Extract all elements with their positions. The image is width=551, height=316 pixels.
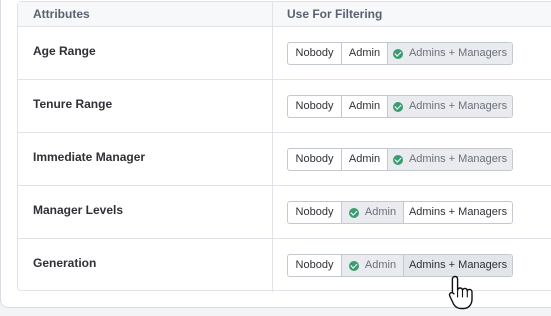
option-admins-managers[interactable]: Admins + Managers (387, 43, 512, 64)
attributes-card: Attributes Use For Filtering Age Range N… (0, 0, 551, 308)
option-nobody[interactable]: Nobody (288, 96, 341, 117)
option-admins-managers[interactable]: Admins + Managers (403, 202, 512, 223)
table-row: Immediate Manager Nobody Admin Admins + … (18, 133, 551, 186)
filtering-toggle-group: Nobody Admin Admins + Managers (287, 201, 513, 224)
option-nobody[interactable]: Nobody (288, 43, 341, 64)
table-header: Attributes Use For Filtering (18, 2, 551, 27)
filtering-toggle-group: Nobody Admin Admins + Managers (287, 254, 513, 277)
table-row: Age Range Nobody Admin Admins + Managers (18, 27, 551, 80)
option-admin[interactable]: Admin (341, 202, 403, 223)
filtering-toggle-group: Nobody Admin Admins + Managers (287, 95, 513, 118)
option-label: Nobody (295, 206, 334, 218)
option-label: Admins + Managers (408, 206, 508, 218)
check-circle-icon (348, 207, 359, 218)
option-label: Nobody (295, 153, 334, 165)
option-admin[interactable]: Admin (341, 255, 403, 276)
option-admins-managers[interactable]: Admins + Managers (387, 149, 512, 170)
option-admin[interactable]: Admin (341, 149, 387, 170)
option-nobody[interactable]: Nobody (288, 202, 341, 223)
attribute-label: Generation (33, 256, 97, 270)
attribute-label: Tenure Range (33, 97, 113, 111)
filtering-toggle-group: Nobody Admin Admins + Managers (287, 42, 513, 65)
option-label: Admin (364, 206, 397, 218)
option-label: Nobody (295, 100, 334, 112)
check-circle-icon (392, 101, 403, 112)
filtering-toggle-group: Nobody Admin Admins + Managers (287, 148, 513, 171)
header-use-for-filtering: Use For Filtering (287, 7, 383, 21)
attribute-label: Immediate Manager (33, 150, 146, 164)
table-row: Tenure Range Nobody Admin Admins + Manag… (18, 80, 551, 133)
option-label: Admins + Managers (408, 47, 508, 59)
option-admins-managers[interactable]: Admins + Managers (403, 255, 512, 276)
check-circle-icon (348, 260, 359, 271)
option-label: Admins + Managers (408, 153, 508, 165)
hand-pointer-cursor-icon (448, 275, 473, 310)
header-attributes: Attributes (33, 7, 90, 21)
option-label: Nobody (295, 259, 334, 271)
option-admins-managers[interactable]: Admins + Managers (387, 96, 512, 117)
option-admin[interactable]: Admin (341, 96, 387, 117)
option-label: Admins + Managers (408, 100, 508, 112)
option-label: Admin (348, 100, 381, 112)
option-label: Admin (348, 47, 381, 59)
check-circle-icon (392, 48, 403, 59)
option-nobody[interactable]: Nobody (288, 255, 341, 276)
attribute-label: Age Range (33, 44, 96, 58)
option-admin[interactable]: Admin (341, 43, 387, 64)
attribute-label: Manager Levels (33, 203, 124, 217)
check-circle-icon (392, 154, 403, 165)
option-label: Admin (364, 259, 397, 271)
option-nobody[interactable]: Nobody (288, 149, 341, 170)
attributes-table: Attributes Use For Filtering Age Range N… (17, 1, 551, 292)
column-divider (272, 2, 273, 292)
option-label: Admins + Managers (408, 259, 508, 271)
option-label: Nobody (295, 47, 334, 59)
table-row: Manager Levels Nobody Admin Admins + Man… (18, 186, 551, 239)
option-label: Admin (348, 153, 381, 165)
